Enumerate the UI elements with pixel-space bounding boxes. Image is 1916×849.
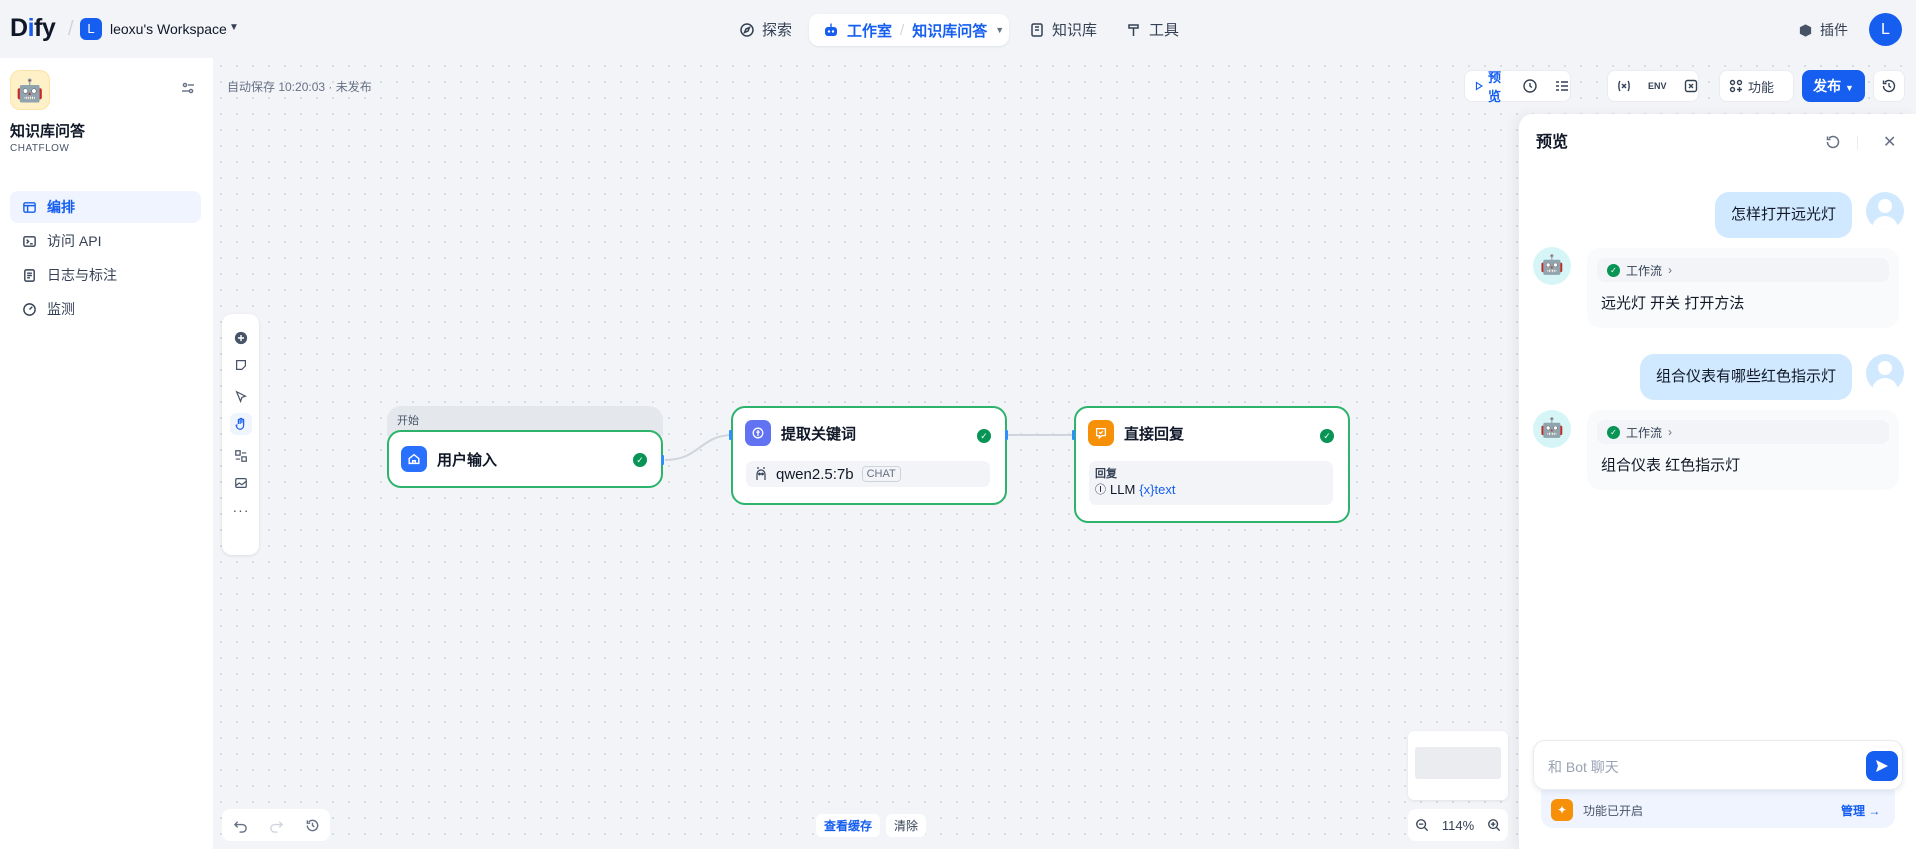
clear-cache-button[interactable]: 清除 [886, 814, 927, 837]
bot-message: ✓ 工作流 › 远光灯 开关 打开方法 [1587, 248, 1899, 328]
chat-input[interactable]: 和 Bot 聊天 [1533, 740, 1903, 790]
user-avatar-icon [1866, 192, 1904, 230]
answer-icon [1088, 420, 1114, 446]
success-check-icon: ✓ [977, 429, 991, 443]
workflow-process-toggle[interactable]: ✓ 工作流 › [1597, 258, 1889, 282]
divider [1857, 136, 1858, 150]
node-header: 提取关键词 [745, 420, 856, 446]
model-name: qwen2.5:7b [776, 465, 854, 483]
feature-icon: ✦ [1551, 799, 1573, 821]
home-icon [401, 446, 427, 472]
zoom-level[interactable]: 114% [1442, 818, 1474, 833]
cache-controls: 查看缓存 清除 [816, 814, 927, 837]
bot-avatar-icon: 🤖 [1533, 410, 1571, 448]
bot-message: ✓ 工作流 › 组合仪表 红色指示灯 [1587, 410, 1899, 490]
chat-input-placeholder: 和 Bot 聊天 [1548, 759, 1619, 775]
reply-variable: Ⓘ LLM {x}text [1095, 481, 1175, 497]
zoom-in-icon[interactable] [1487, 818, 1501, 832]
user-avatar-icon [1866, 354, 1904, 392]
send-icon [1876, 760, 1888, 772]
history-icon[interactable] [305, 818, 320, 833]
reply-content: 回复 Ⓘ LLM {x}text [1089, 461, 1333, 505]
chevron-right-icon: › [1668, 263, 1673, 277]
user-message: 怎样打开远光灯 [1714, 192, 1852, 238]
model-mode-tag: CHAT [861, 466, 901, 482]
output-handle[interactable] [1005, 430, 1008, 440]
node-title: 用户输入 [437, 451, 498, 469]
bot-message-text: 组合仪表 红色指示灯 [1601, 457, 1741, 474]
minimap-viewport [1415, 747, 1501, 779]
close-icon[interactable]: ✕ [1883, 132, 1896, 152]
start-group-label: 开始 [397, 415, 419, 427]
brain-icon [745, 420, 771, 446]
answer-node[interactable]: 直接回复 ✓ 回复 Ⓘ LLM {x}text [1074, 406, 1350, 523]
user-message: 组合仪表有哪些红色指示灯 [1639, 354, 1852, 400]
node-header: 直接回复 [1088, 420, 1184, 446]
success-check-icon: ✓ [633, 453, 647, 467]
undo-redo-group [222, 809, 330, 841]
view-cache-button[interactable]: 查看缓存 [816, 814, 881, 837]
send-button[interactable] [1866, 751, 1898, 781]
zoom-out-icon[interactable] [1415, 818, 1429, 832]
undo-icon[interactable] [233, 818, 248, 833]
minimap[interactable] [1408, 731, 1508, 800]
llm-ref-icon: Ⓘ [1095, 484, 1106, 496]
panel-title: 预览 [1536, 134, 1569, 151]
chevron-right-icon: › [1668, 425, 1673, 439]
edge-start-llm [664, 434, 734, 461]
llm-node[interactable]: 提取关键词 ✓ qwen2.5:7b CHAT [731, 406, 1007, 505]
node-header: 用户输入 [401, 446, 497, 472]
input-handle[interactable] [729, 430, 732, 440]
ollama-icon [756, 467, 766, 480]
success-check-icon: ✓ [1607, 425, 1620, 439]
variable-source: LLM [1110, 481, 1136, 497]
preview-panel: 预览 ✕ 怎样打开远光灯 🤖 ✓ 工作流 › 远光灯 开关 打开方法 组合仪表有… [1518, 114, 1916, 849]
input-handle[interactable] [1072, 430, 1075, 440]
manage-features-link[interactable]: 管理 → [1841, 802, 1880, 819]
bot-message-text: 远光灯 开关 打开方法 [1601, 295, 1745, 312]
workflow-process-toggle[interactable]: ✓ 工作流 › [1597, 420, 1889, 444]
node-title: 直接回复 [1124, 425, 1185, 443]
features-bar: ✦ 功能已开启 管理 → [1541, 790, 1895, 828]
node-title: 提取关键词 [781, 425, 857, 443]
output-handle[interactable] [661, 455, 664, 465]
workflow-label: 工作流 [1626, 263, 1663, 278]
model-selector[interactable]: qwen2.5:7b CHAT [746, 461, 990, 487]
bot-avatar-icon: 🤖 [1533, 247, 1571, 285]
start-node[interactable]: 用户输入 ✓ [387, 430, 663, 488]
success-check-icon: ✓ [1607, 263, 1620, 277]
variable-name: {x}text [1139, 481, 1176, 497]
workflow-label: 工作流 [1626, 425, 1663, 440]
success-check-icon: ✓ [1320, 429, 1334, 443]
refresh-icon[interactable] [1825, 134, 1841, 150]
reply-label: 回复 [1095, 468, 1117, 480]
zoom-controls: 114% [1408, 809, 1508, 841]
redo-icon[interactable] [269, 818, 284, 833]
features-enabled-label: 功能已开启 [1583, 804, 1644, 818]
